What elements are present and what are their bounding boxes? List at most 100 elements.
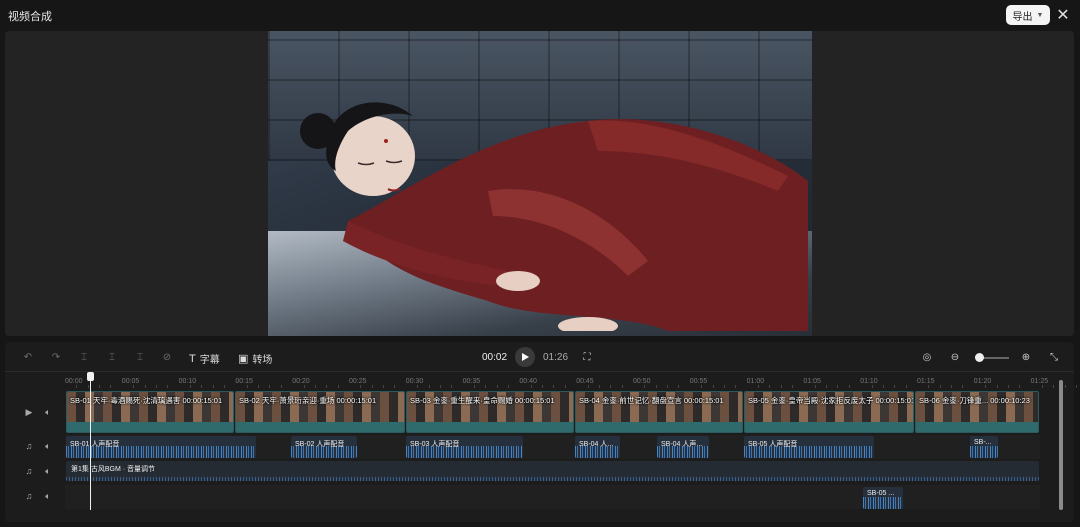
- ruler-tick-label: 00:45: [576, 378, 594, 385]
- play-button[interactable]: [515, 347, 535, 367]
- voice-clip[interactable]: SB-05 人声配音: [744, 436, 874, 458]
- title-bar: 视频合成 导出 ▼ ✕: [0, 0, 1080, 30]
- trim-right-icon[interactable]: ⌶: [133, 350, 147, 364]
- ruler-tick-label: 00:00: [65, 378, 83, 385]
- ruler-minor-tick: [542, 385, 544, 388]
- volume-icon[interactable]: 🔈︎: [42, 440, 54, 452]
- ruler-tick-label: 00:35: [462, 378, 481, 385]
- current-time: 00:02: [482, 352, 508, 363]
- export-button[interactable]: 导出 ▼: [1006, 5, 1050, 25]
- ruler-minor-tick: [564, 385, 566, 388]
- transition-label: 转场: [252, 355, 273, 366]
- voice-clip[interactable]: SB-...: [970, 436, 998, 458]
- ruler-tick-label: 00:30: [405, 378, 424, 385]
- ruler-minor-tick: [258, 385, 260, 388]
- timeline-scrollbar[interactable]: [1059, 380, 1063, 510]
- ruler-minor-tick: [723, 385, 725, 388]
- snap-magnet-icon[interactable]: ◎: [920, 350, 934, 364]
- volume-icon[interactable]: 🔈︎: [42, 465, 54, 477]
- redo-icon[interactable]: ↷: [49, 350, 63, 364]
- voice-clip[interactable]: SB-04 人...: [575, 436, 620, 458]
- ruler-minor-tick: [144, 385, 146, 388]
- bgm-clip-label: 第1集 古风BGM · 音量调节: [71, 466, 156, 473]
- video-clip[interactable]: SB-02 天牢·萧景珩亲迎·重场 00:00:15:01: [235, 391, 405, 433]
- video-clip[interactable]: SB-06 金銮·刀锋重... 00:00:10:23: [915, 391, 1039, 433]
- playhead[interactable]: [90, 372, 91, 510]
- voice-clip[interactable]: SB-04 人声...: [657, 436, 709, 458]
- ruler-minor-tick: [621, 385, 623, 388]
- ruler-minor-tick: [87, 385, 89, 388]
- video-clip[interactable]: SB-04 金銮·前世记忆·翻盘宣言 00:00:15:01: [575, 391, 743, 433]
- voice-clip[interactable]: SB-01 人声配音: [66, 436, 256, 458]
- delete-icon[interactable]: ⊘: [160, 350, 174, 364]
- video-clip[interactable]: SB-01 天牢·毒酒赐死·沈清璃遇害 00:00:15:01: [66, 391, 234, 433]
- ruler-minor-tick: [701, 385, 703, 388]
- ruler-minor-tick: [837, 385, 839, 388]
- volume-icon[interactable]: 🔈︎: [42, 406, 54, 418]
- ruler-minor-tick: [439, 385, 441, 388]
- zoom-in-icon[interactable]: ⊕: [1019, 350, 1033, 364]
- music-note-icon: ♫: [25, 441, 33, 451]
- bgm-clip[interactable]: 第1集 古风BGM · 音量调节: [66, 461, 1039, 481]
- ruler-tick-label: 01:00: [746, 378, 765, 385]
- trim-left-icon[interactable]: ⌶: [105, 350, 119, 364]
- voice-clip[interactable]: SB-02 人声配音: [291, 436, 357, 458]
- zoom-slider-handle[interactable]: [975, 353, 985, 362]
- video-clip[interactable]: SB-05 金銮·皇帝当殿·沈家拒反废太子 00:00:15:01: [744, 391, 914, 433]
- extra-audio-clip-label: SB-05 ...: [867, 490, 895, 497]
- voice-clip[interactable]: SB-03 人声配音: [406, 436, 523, 458]
- video-clip[interactable]: SB-03 金銮·重生醒来·皇命赐婚 00:00:15:01: [406, 391, 574, 433]
- split-icon[interactable]: ⌶: [77, 350, 91, 364]
- timeline-toolbar: ↶ ↷ ⌶ ⌶ ⌶ ⊘ T 字幕 ▣ 转场 00:02 01:26 ⛶ ◎ ⊖: [5, 342, 1074, 372]
- ruler-minor-tick: [360, 385, 362, 388]
- ruler-tick-label: 00:10: [178, 378, 197, 385]
- transition-button[interactable]: ▣ 转场: [238, 351, 272, 366]
- close-icon[interactable]: ✕: [1054, 6, 1072, 24]
- time-ruler[interactable]: 00:00 00:05 00:10 00:15 00:20 00:25 00:30 00:35…: [65, 374, 1078, 388]
- ruler-minor-tick: [99, 385, 101, 388]
- ruler-minor-tick: [371, 385, 373, 388]
- volume-icon[interactable]: 🔈︎: [42, 490, 54, 502]
- window-title: 视频合成: [8, 11, 52, 23]
- ruler-minor-tick: [598, 385, 600, 388]
- ruler-minor-tick: [996, 385, 998, 388]
- zoom-out-icon[interactable]: ⊖: [948, 350, 962, 364]
- video-clip-label: SB-02 天牢·萧景珩亲迎·重场 00:00:15:01: [239, 396, 377, 405]
- ruler-minor-tick: [962, 385, 964, 388]
- playhead-handle[interactable]: [87, 372, 94, 381]
- ruler-minor-tick: [76, 385, 78, 388]
- ruler-minor-tick: [212, 385, 214, 388]
- fit-timeline-icon[interactable]: ⤡: [1047, 350, 1061, 364]
- voice-clip-label: SB-04 人...: [579, 441, 614, 448]
- ruler-tick-label: 00:50: [633, 378, 651, 385]
- ruler-minor-tick: [1053, 385, 1055, 388]
- ruler-minor-tick: [587, 385, 589, 388]
- ruler-minor-tick: [451, 385, 453, 388]
- ruler-minor-tick: [1019, 385, 1021, 388]
- export-button-label: 导出: [1012, 11, 1033, 23]
- ruler-tick-label: 01:15: [917, 378, 935, 385]
- undo-icon[interactable]: ↶: [21, 350, 35, 364]
- subtitle-button[interactable]: T 字幕: [189, 351, 220, 367]
- preview-frame[interactable]: [268, 31, 812, 336]
- ruler-tick-label: 00:15: [235, 378, 253, 385]
- ruler-minor-tick: [394, 385, 396, 388]
- ruler-minor-tick: [167, 385, 169, 388]
- ruler-minor-tick: [1064, 385, 1066, 388]
- ruler-minor-tick: [655, 385, 657, 388]
- music-note-icon: ♫: [25, 466, 33, 476]
- video-clip-label: SB-06 金銮·刀锋重... 00:00:10:23: [919, 396, 1030, 405]
- extra-audio-clip[interactable]: SB-05 ...: [863, 487, 903, 509]
- fullscreen-icon[interactable]: ⛶: [580, 350, 594, 364]
- voice-clip-label: SB-04 人声...: [661, 441, 703, 448]
- subtitle-label: 字幕: [199, 355, 220, 366]
- video-composition-window: 视频合成 导出 ▼ ✕ ↶ ↷ ⌶ ⌶ ⌶ ⊘ T 字幕 ▣ 转场 00:02 …: [0, 0, 1080, 527]
- ruler-minor-tick: [951, 385, 953, 388]
- ruler-tick-label: 01:10: [860, 378, 878, 385]
- ruler-tick-label: 01:20: [973, 378, 992, 385]
- ruler-minor-tick: [939, 385, 941, 388]
- scrollbar-thumb[interactable]: [1059, 380, 1063, 510]
- ruler-minor-tick: [678, 385, 680, 388]
- ruler-minor-tick: [894, 385, 896, 388]
- video-clip-label: SB-03 金銮·重生醒来·皇命赐婚 00:00:15:01: [410, 396, 555, 405]
